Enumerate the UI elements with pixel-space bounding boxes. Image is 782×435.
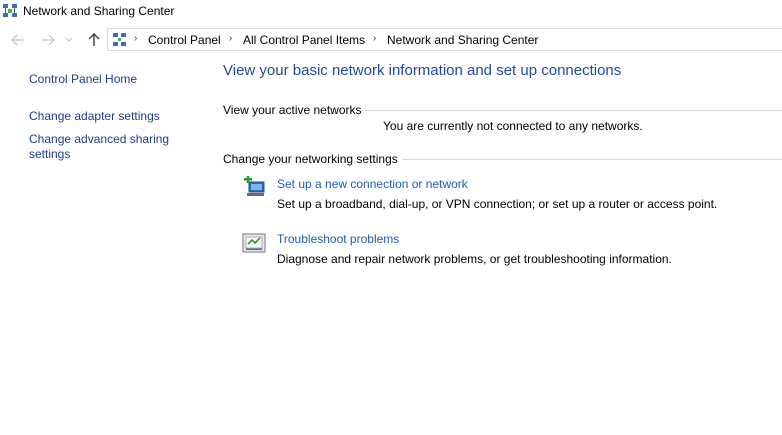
breadcrumb-control-panel[interactable]: Control Panel xyxy=(148,33,221,47)
section-divider xyxy=(364,110,782,111)
breadcrumb-separator-icon[interactable]: › xyxy=(229,33,232,44)
window-title: Network and Sharing Center xyxy=(23,4,175,18)
control-panel-home-link[interactable]: Control Panel Home xyxy=(29,72,209,87)
forward-button[interactable] xyxy=(38,27,58,52)
breadcrumb-all-control-panel-items[interactable]: All Control Panel Items xyxy=(243,33,365,47)
active-networks-heading: View your active networks xyxy=(223,103,362,117)
address-bar[interactable]: › Control Panel › All Control Panel Item… xyxy=(107,28,782,51)
troubleshoot-icon xyxy=(242,233,266,253)
section-divider xyxy=(402,159,782,160)
recent-locations-button[interactable] xyxy=(62,27,76,52)
network-center-icon xyxy=(3,4,17,17)
page-title: View your basic network information and … xyxy=(223,62,622,79)
arrow-right-icon xyxy=(42,34,55,45)
up-button[interactable] xyxy=(84,27,104,52)
setup-new-connection-link[interactable]: Set up a new connection or network xyxy=(277,177,468,191)
chevron-down-icon xyxy=(65,37,73,42)
new-connection-icon xyxy=(244,176,265,196)
change-advanced-sharing-settings-link[interactable]: Change advanced sharing settings xyxy=(29,132,179,162)
breadcrumb-network-and-sharing-center[interactable]: Network and Sharing Center xyxy=(387,33,538,47)
arrow-up-icon xyxy=(88,32,100,46)
control-panel-icon xyxy=(113,33,126,46)
left-task-pane: Control Panel Home Change adapter settin… xyxy=(29,72,209,162)
navigation-bar: › Control Panel › All Control Panel Item… xyxy=(0,27,782,52)
network-status-text: You are currently not connected to any n… xyxy=(383,119,643,133)
change-adapter-settings-link[interactable]: Change adapter settings xyxy=(29,109,209,124)
back-button[interactable] xyxy=(8,27,28,52)
breadcrumb-separator-icon[interactable]: › xyxy=(134,33,137,44)
troubleshoot-problems-link[interactable]: Troubleshoot problems xyxy=(277,232,399,246)
setup-new-connection-description: Set up a broadband, dial-up, or VPN conn… xyxy=(277,197,718,211)
breadcrumb-separator-icon[interactable]: › xyxy=(373,33,376,44)
networking-settings-heading: Change your networking settings xyxy=(223,152,398,166)
network-sharing-center-window: Network and Sharing Center › Control Pan… xyxy=(0,0,782,435)
troubleshoot-problems-description: Diagnose and repair network problems, or… xyxy=(277,252,672,266)
title-bar: Network and Sharing Center xyxy=(0,0,782,24)
arrow-left-icon xyxy=(11,34,24,45)
